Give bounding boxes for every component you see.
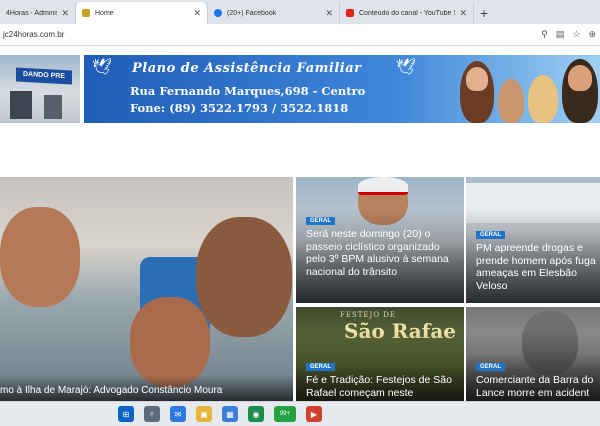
bookmark-star-icon[interactable]: ☆ xyxy=(572,29,580,40)
banner-title: Plano de Assistência Familiar xyxy=(132,61,362,76)
tab-youtube[interactable]: Conteúdo do canal - YouTube Stu... ✕ xyxy=(340,2,474,24)
extensions-icon[interactable]: ⊕ xyxy=(588,29,596,40)
person-face xyxy=(196,217,292,337)
dove-icon: 🕊 xyxy=(92,59,113,76)
tab-bar: 4Horas - Administr... ✕ Home ✕ (20+) Fac… xyxy=(0,0,600,24)
whatsapp-icon[interactable]: 99+ xyxy=(274,406,296,422)
category-badge[interactable]: GERAL xyxy=(476,231,505,239)
category-badge[interactable]: GERAL xyxy=(306,363,335,371)
ad-banner[interactable]: 🕊 🕊 Plano de Assistência Familiar Rua Fe… xyxy=(84,55,600,123)
card-title[interactable]: Será neste domingo (20) o passeio ciclís… xyxy=(306,228,462,278)
storefront-image: DANDO PRE xyxy=(0,55,80,123)
close-icon[interactable]: ✕ xyxy=(189,8,201,19)
search-icon[interactable]: ⌕ xyxy=(144,406,160,422)
family-photo xyxy=(454,55,600,123)
page-content: DANDO PRE 🕊 🕊 Plano de Assistência Famil… xyxy=(0,47,600,401)
media-icon[interactable]: ▶ xyxy=(306,406,322,422)
person-face xyxy=(466,67,488,91)
close-icon[interactable]: ✕ xyxy=(57,8,69,19)
card-title[interactable]: PM apreende drogas e prende homem após f… xyxy=(476,242,600,292)
tab-home[interactable]: Home ✕ xyxy=(76,2,208,24)
card-title[interactable]: Comerciante da Barra do Lance morre em a… xyxy=(476,374,600,399)
hero-story[interactable]: mo à Ilha de Marajó: Advogado Constâncio… xyxy=(0,177,293,401)
person-face xyxy=(130,297,210,387)
store-sign: DANDO PRE xyxy=(16,67,72,85)
hero-caption[interactable]: mo à Ilha de Marajó: Advogado Constâncio… xyxy=(0,375,293,401)
address-bar-icons: ⚲ ▤ ☆ ⊕ xyxy=(541,29,600,40)
taskbar: ⊞ ⌕ ✉ ▣ ▦ ◉ 99+ ▶ xyxy=(0,401,600,426)
tab-label: 4Horas - Administr... xyxy=(6,9,57,17)
zoom-icon[interactable]: ⚲ xyxy=(541,29,548,40)
tab-facebook[interactable]: (20+) Facebook ✕ xyxy=(208,2,340,24)
dove-icon: 🕊 xyxy=(396,59,417,76)
address-bar: jc24horas.com.br ⚲ ▤ ☆ ⊕ xyxy=(0,24,600,46)
person-image xyxy=(498,79,524,123)
close-icon[interactable]: ✕ xyxy=(321,8,333,19)
tab-label: Conteúdo do canal - YouTube Stu... xyxy=(359,9,455,17)
storefront-window xyxy=(44,95,62,119)
cap-image xyxy=(358,177,408,195)
youtube-icon xyxy=(346,9,354,17)
tab-label: Home xyxy=(95,9,114,17)
start-icon[interactable]: ⊞ xyxy=(118,406,134,422)
news-card[interactable]: GERAL PM apreende drogas e prende homem … xyxy=(466,177,600,303)
reader-icon[interactable]: ▤ xyxy=(556,29,565,40)
poster-subtitle: FESTEJO DE xyxy=(340,311,397,319)
facebook-icon xyxy=(214,9,222,17)
category-badge[interactable]: GERAL xyxy=(476,363,505,371)
url-field[interactable]: jc24horas.com.br xyxy=(3,30,64,39)
new-tab-button[interactable]: + xyxy=(474,2,494,24)
card-title[interactable]: Fé e Tradição: Festejos de São Rafael co… xyxy=(306,374,464,399)
tab-label: (20+) Facebook xyxy=(227,9,277,17)
news-card[interactable]: FESTEJO DE São Rafae GERAL Fé e Tradição… xyxy=(296,307,464,401)
close-icon[interactable]: ✕ xyxy=(455,8,467,19)
home-favicon-icon xyxy=(82,9,90,17)
person-image xyxy=(528,75,558,123)
notification-badge: 99+ xyxy=(279,411,291,417)
mail-icon[interactable]: ✉ xyxy=(170,406,186,422)
news-card[interactable]: GERAL Será neste domingo (20) o passeio … xyxy=(296,177,464,303)
tab-admin[interactable]: 4Horas - Administr... ✕ xyxy=(0,2,76,24)
person-face xyxy=(568,65,592,91)
banner-phone: Fone: (89) 3522.1793 / 3522.1818 xyxy=(130,101,349,115)
store-icon[interactable]: ▦ xyxy=(222,406,238,422)
person-face xyxy=(0,207,80,307)
news-card[interactable]: GERAL Comerciante da Barra do Lance morr… xyxy=(466,307,600,401)
storefront-door xyxy=(10,91,32,119)
edge-icon[interactable]: ◉ xyxy=(248,406,264,422)
folder-icon[interactable]: ▣ xyxy=(196,406,212,422)
category-badge[interactable]: GERAL xyxy=(306,217,335,225)
banner-address: Rua Fernando Marques,698 - Centro xyxy=(130,84,366,98)
